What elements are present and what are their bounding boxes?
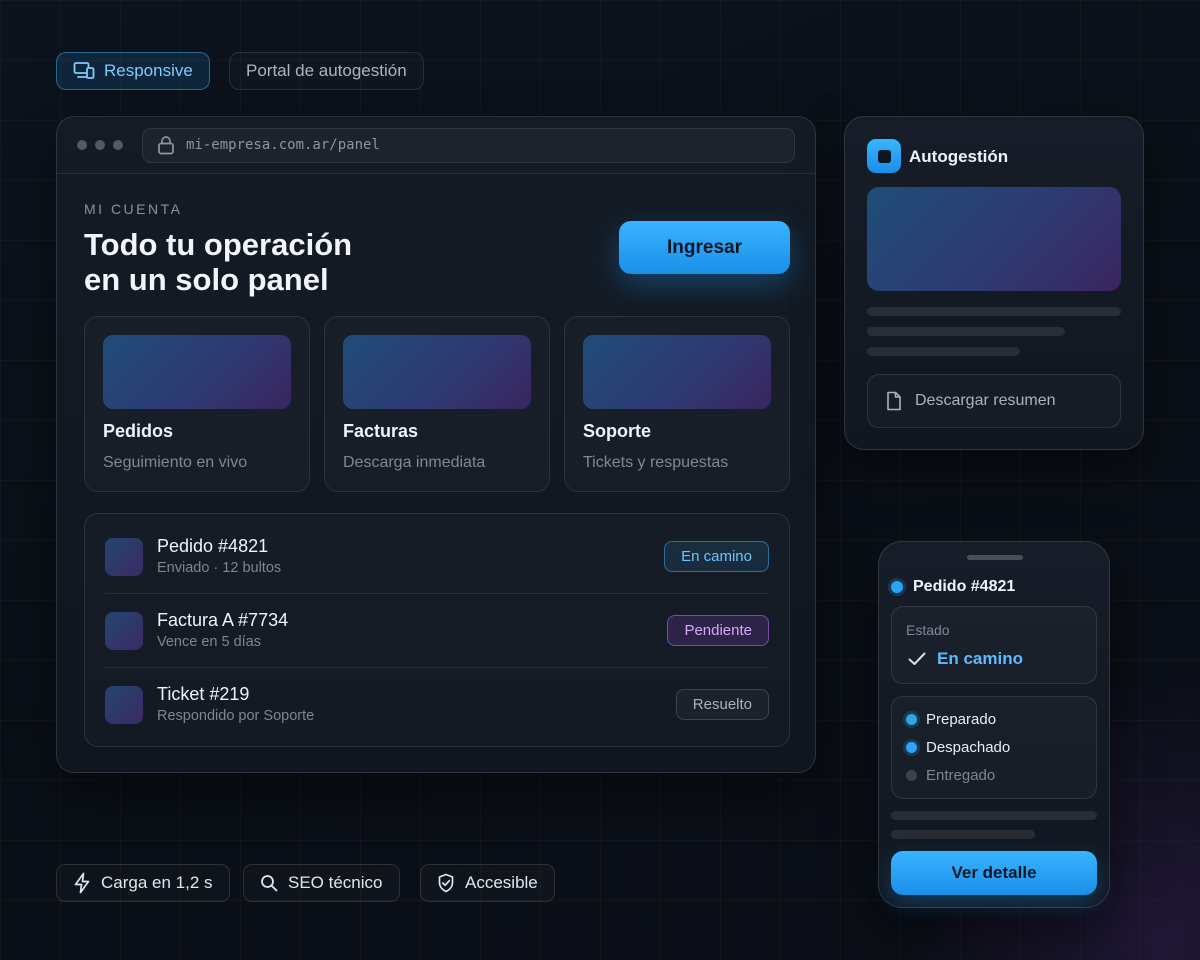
card-subtitle: Seguimiento en vivo bbox=[103, 454, 248, 471]
card-thumbnail bbox=[103, 335, 291, 409]
card-subtitle: Tickets y respuestas bbox=[583, 454, 729, 471]
page-title-line-2: en un solo panel bbox=[84, 262, 329, 297]
window-dot-maximize[interactable] bbox=[113, 140, 123, 150]
step-dot-icon bbox=[906, 770, 917, 781]
devices-icon bbox=[73, 62, 95, 79]
list-item-thumbnail bbox=[105, 538, 143, 576]
section-eyebrow: MI CUENTA bbox=[84, 201, 183, 217]
url-text: mi-empresa.com.ar/panel bbox=[186, 137, 380, 153]
step-despachado: Despachado bbox=[906, 739, 1010, 756]
step-label: Preparado bbox=[926, 711, 997, 728]
placeholder-line bbox=[867, 327, 1065, 336]
lock-icon bbox=[158, 136, 174, 155]
browser-window: mi-empresa.com.ar/panel MI CUENTA Todo t… bbox=[56, 116, 816, 773]
list-item-subtitle: Vence en 5 días bbox=[157, 634, 261, 650]
step-entregado: Entregado bbox=[906, 767, 995, 784]
step-label: Entregado bbox=[926, 767, 996, 784]
placeholder-line bbox=[867, 307, 1121, 316]
shield-check-icon bbox=[438, 873, 454, 893]
autogestion-panel: Autogestión Descargar resumen bbox=[844, 116, 1144, 450]
card-facturas[interactable]: Facturas Descarga inmediata bbox=[324, 316, 550, 492]
status-label: Estado bbox=[906, 622, 950, 638]
list-item-pedido[interactable]: Pedido #4821 Enviado · 12 bultos En cami… bbox=[105, 514, 769, 588]
status-badge: Pendiente bbox=[667, 615, 769, 646]
status-dot-icon bbox=[891, 581, 903, 593]
phone-notch bbox=[967, 555, 1023, 560]
page-title: Todo tu operación en un solo panel bbox=[84, 227, 484, 297]
document-icon bbox=[887, 391, 901, 411]
search-icon bbox=[261, 875, 278, 892]
panel-title: Autogestión bbox=[909, 147, 1009, 166]
list-item-title: Pedido #4821 bbox=[157, 536, 269, 556]
portal-tag[interactable]: Portal de autogestión bbox=[229, 52, 424, 90]
card-pedidos[interactable]: Pedidos Seguimiento en vivo bbox=[84, 316, 310, 492]
placeholder-line bbox=[891, 830, 1035, 839]
step-dot-icon bbox=[906, 742, 917, 753]
download-summary-label: Descargar resumen bbox=[915, 392, 1056, 409]
card-soporte[interactable]: Soporte Tickets y respuestas bbox=[564, 316, 790, 492]
step-label: Despachado bbox=[926, 739, 1011, 756]
list-item-title: Ticket #219 bbox=[157, 684, 250, 704]
activity-list: Pedido #4821 Enviado · 12 bultos En cami… bbox=[84, 513, 790, 747]
address-bar[interactable]: mi-empresa.com.ar/panel bbox=[142, 127, 795, 163]
list-item-thumbnail bbox=[105, 612, 143, 650]
phone-header: Pedido #4821 bbox=[891, 578, 1015, 596]
card-subtitle: Descarga inmediata bbox=[343, 454, 486, 471]
app-logo-icon bbox=[867, 139, 901, 173]
view-detail-button[interactable]: Ver detalle bbox=[891, 851, 1097, 895]
speed-chip: Carga en 1,2 s bbox=[56, 864, 230, 902]
list-item-subtitle: Enviado · 12 bultos bbox=[157, 560, 282, 576]
check-icon bbox=[908, 652, 926, 665]
login-button[interactable]: Ingresar bbox=[619, 221, 790, 274]
list-item-ticket[interactable]: Ticket #219 Respondido por Soporte Resue… bbox=[105, 662, 769, 736]
status-value-row: En camino bbox=[908, 649, 1023, 669]
list-item-factura[interactable]: Factura A #7734 Vence en 5 días Pendient… bbox=[105, 588, 769, 662]
download-summary-button[interactable]: Descargar resumen bbox=[867, 374, 1121, 428]
placeholder-line bbox=[891, 811, 1097, 820]
browser-toolbar: mi-empresa.com.ar/panel bbox=[57, 117, 815, 174]
seo-chip: SEO técnico bbox=[243, 864, 400, 902]
status-value: En camino bbox=[937, 649, 1023, 668]
speed-chip-label: Carga en 1,2 s bbox=[101, 873, 213, 892]
seo-chip-label: SEO técnico bbox=[288, 873, 383, 892]
placeholder-line bbox=[867, 347, 1020, 356]
responsive-tag[interactable]: Responsive bbox=[56, 52, 210, 90]
card-title: Soporte bbox=[583, 421, 652, 441]
lightning-icon bbox=[74, 872, 90, 894]
responsive-tag-label: Responsive bbox=[104, 61, 193, 80]
card-thumbnail bbox=[583, 335, 771, 409]
accessible-chip: Accesible bbox=[420, 864, 555, 902]
list-item-thumbnail bbox=[105, 686, 143, 724]
list-item-subtitle: Respondido por Soporte bbox=[157, 708, 315, 724]
phone-mockup: Pedido #4821 Estado En camino Preparado … bbox=[878, 541, 1110, 908]
panel-thumbnail bbox=[867, 187, 1121, 291]
portal-tag-label: Portal de autogestión bbox=[246, 61, 407, 80]
card-thumbnail bbox=[343, 335, 531, 409]
card-title: Pedidos bbox=[103, 421, 174, 441]
phone-order-title: Pedido #4821 bbox=[913, 578, 1016, 595]
window-dot-close[interactable] bbox=[77, 140, 87, 150]
accessible-chip-label: Accesible bbox=[465, 873, 538, 892]
step-dot-icon bbox=[906, 714, 917, 725]
status-badge: Resuelto bbox=[675, 689, 769, 720]
status-box: Estado En camino bbox=[891, 606, 1097, 684]
page-title-line-1: Todo tu operación bbox=[84, 227, 353, 262]
card-title: Facturas bbox=[343, 421, 419, 441]
steps-box: Preparado Despachado Entregado bbox=[891, 696, 1097, 799]
status-badge: En camino bbox=[664, 541, 769, 572]
list-item-title: Factura A #7734 bbox=[157, 610, 289, 630]
step-preparado: Preparado bbox=[906, 711, 996, 728]
window-dot-minimize[interactable] bbox=[95, 140, 105, 150]
